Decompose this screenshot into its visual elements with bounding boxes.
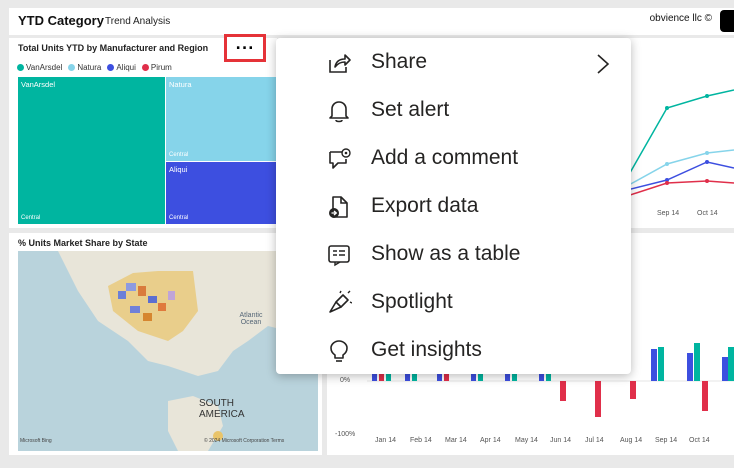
line-chart — [627, 89, 734, 197]
map-title: % Units Market Share by State — [18, 238, 148, 248]
continent-label: SOUTH AMERICA — [199, 398, 245, 420]
bar-x-label: Jul 14 — [585, 437, 604, 444]
legend-item-aliqui[interactable]: Aliqui — [107, 63, 136, 72]
brand-label: obvience llc © — [649, 13, 712, 24]
menu-item-show-as-table[interactable]: Show as a table — [276, 232, 631, 276]
bar-x-label: Jun 14 — [550, 437, 572, 444]
filled-map[interactable] — [18, 251, 318, 451]
legend-item-pirum[interactable]: Pirum — [141, 63, 172, 72]
bar-x-label: Aug 14 — [620, 437, 643, 444]
menu-item-export-data[interactable]: Export data — [276, 184, 631, 228]
report-header: YTD Category Trend Analysis obvience llc… — [9, 8, 734, 35]
bar-x-label: Mar 14 — [445, 437, 467, 444]
bar-y-label-neg: -100% — [335, 431, 356, 438]
bar-x-label: May 14 — [515, 437, 538, 444]
spotlight-icon — [329, 290, 352, 313]
menu-item-set-alert[interactable]: Set alert — [276, 88, 631, 132]
treemap-cell-vanarsdel[interactable]: VanArsdel Central — [18, 77, 165, 224]
bar-x-label: Feb 14 — [410, 437, 432, 444]
brand-logo — [720, 10, 734, 32]
chevron-right-icon — [597, 54, 610, 74]
treemap-title: Total Units YTD by Manufacturer and Regi… — [18, 43, 209, 53]
menu-item-get-insights[interactable]: Get insights — [276, 328, 631, 372]
page-title: YTD Category — [18, 13, 104, 28]
visual-context-menu: Share Set alert Add a comment Export dat… — [276, 38, 631, 374]
bing-attribution: Microsoft Bing — [20, 438, 52, 444]
bar-x-label: Jan 14 — [375, 437, 397, 444]
page-subtitle: Trend Analysis — [105, 16, 171, 27]
treemap-legend: VanArsdel Natura Aliqui Pirum — [17, 63, 172, 72]
menu-item-spotlight[interactable]: Spotlight — [276, 280, 631, 324]
more-options-button[interactable]: ... — [224, 34, 266, 62]
bar-x-label: Apr 14 — [480, 437, 501, 444]
ocean-label: Atlantic Ocean — [239, 312, 263, 326]
legend-item-vanarsdel[interactable]: VanArsdel — [17, 63, 62, 72]
treemap-cell-aliqui[interactable]: Aliqui Central — [166, 162, 277, 224]
bar-y-label-zero: 0% — [340, 377, 351, 384]
comment-icon — [329, 148, 351, 169]
menu-item-add-comment[interactable]: Add a comment — [276, 136, 631, 180]
map-copyright[interactable]: © 2024 Microsoft Corporation Terms — [204, 438, 284, 444]
line-x-label-oct: Oct 14 — [697, 210, 718, 217]
treemap-cell-natura[interactable]: Natura Central — [166, 77, 277, 161]
legend-item-natura[interactable]: Natura — [68, 63, 101, 72]
line-x-label-sep: Sep 14 — [657, 210, 680, 217]
treemap-visual[interactable]: Total Units YTD by Manufacturer and Regi… — [9, 38, 277, 228]
bar-x-label: Sep 14 — [655, 437, 678, 444]
menu-item-share[interactable]: Share — [276, 40, 631, 84]
bell-icon — [329, 101, 349, 123]
table-icon — [328, 245, 350, 267]
share-icon — [329, 54, 351, 73]
export-icon — [329, 196, 348, 218]
bar-x-label: Oct 14 — [689, 437, 710, 444]
lightbulb-icon — [330, 340, 348, 362]
